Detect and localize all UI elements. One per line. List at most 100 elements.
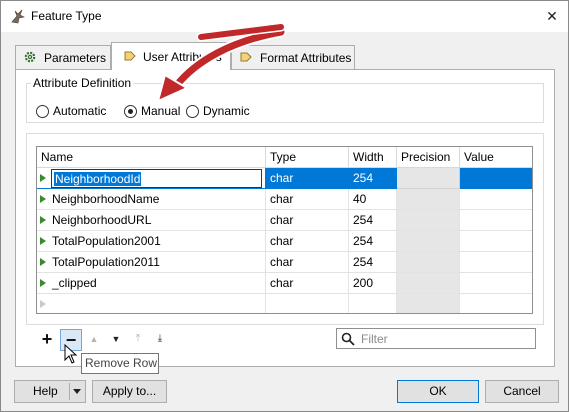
type-cell[interactable]: char	[266, 210, 349, 231]
precision-cell	[397, 252, 460, 273]
precision-cell	[397, 231, 460, 252]
value-cell[interactable]	[460, 231, 532, 252]
tab-user-attributes-label: User Attributes	[143, 50, 222, 64]
apply-to-button[interactable]: Apply to...	[92, 380, 167, 403]
radio-dynamic-label: Dynamic	[203, 104, 250, 118]
attribute-definition-group: Attribute Definition Automatic Manual Dy…	[26, 76, 544, 123]
row-marker-icon	[40, 258, 46, 266]
remove-row-tooltip: Remove Row	[81, 353, 159, 374]
name-cell[interactable]: TotalPopulation2011	[37, 252, 266, 273]
value-cell[interactable]	[460, 273, 532, 294]
tab-format-attributes[interactable]: Format Attributes	[231, 45, 355, 69]
attribute-arrow-icon	[240, 52, 252, 62]
tab-parameters[interactable]: Parameters	[15, 45, 111, 69]
column-header-value[interactable]: Value	[460, 147, 532, 168]
row-marker-icon	[40, 195, 46, 203]
precision-cell	[397, 168, 460, 189]
column-header-name[interactable]: Name	[37, 147, 266, 168]
table-row[interactable]: TotalPopulation2001 char 254	[37, 231, 532, 252]
mouse-cursor-icon	[64, 344, 78, 364]
name-cell[interactable]: NeighborhoodId	[37, 168, 266, 189]
row-marker-icon	[40, 216, 46, 224]
move-up-button[interactable]: ▲	[83, 329, 105, 351]
type-cell[interactable]: char	[266, 168, 349, 189]
precision-cell	[397, 273, 460, 294]
tab-user-attributes[interactable]: User Attributes	[111, 42, 231, 70]
move-to-bottom-button[interactable]: ⤓	[149, 329, 171, 351]
width-cell[interactable]: 254	[349, 168, 397, 189]
radio-automatic-label: Automatic	[53, 104, 107, 118]
fme-feature-type-icon	[11, 9, 25, 24]
column-header-width[interactable]: Width	[349, 147, 397, 168]
move-to-top-button[interactable]: ⤒	[127, 329, 149, 351]
row-marker-icon	[40, 279, 46, 287]
name-text: NeighborhoodURL	[52, 213, 152, 227]
table-row[interactable]: _clipped char 200	[37, 273, 532, 294]
type-cell[interactable]: char	[266, 252, 349, 273]
user-attributes-panel: Attribute Definition Automatic Manual Dy…	[15, 69, 555, 367]
cancel-button[interactable]: Cancel	[485, 380, 559, 403]
attribute-definition-title: Attribute Definition	[31, 76, 134, 90]
window-title: Feature Type	[31, 9, 102, 23]
row-marker-icon	[40, 237, 46, 245]
add-row-button[interactable]: +	[36, 329, 58, 351]
close-button[interactable]: ✕	[542, 6, 562, 26]
name-text: NeighborhoodName	[52, 192, 160, 206]
column-header-type[interactable]: Type	[266, 147, 349, 168]
new-row[interactable]	[37, 294, 532, 313]
row-marker-icon	[40, 174, 46, 182]
type-cell[interactable]: char	[266, 189, 349, 210]
precision-cell	[397, 210, 460, 231]
attribute-arrow-icon	[124, 51, 136, 61]
type-cell[interactable]	[266, 294, 349, 313]
move-down-button[interactable]: ▼	[105, 329, 127, 351]
tab-format-attributes-label: Format Attributes	[260, 51, 352, 65]
table-row[interactable]: NeighborhoodId char 254	[37, 168, 532, 189]
radio-manual-circle[interactable]	[124, 105, 137, 118]
row-marker-icon	[40, 300, 46, 308]
name-edit-field[interactable]: NeighborhoodId	[51, 169, 262, 188]
type-cell[interactable]: char	[266, 231, 349, 252]
ok-button[interactable]: OK	[397, 380, 479, 403]
radio-dynamic-circle[interactable]	[186, 105, 199, 118]
name-cell[interactable]: NeighborhoodURL	[37, 210, 266, 231]
width-cell[interactable]	[349, 294, 397, 313]
width-cell[interactable]: 254	[349, 252, 397, 273]
tab-parameters-label: Parameters	[44, 51, 107, 65]
name-cell[interactable]	[37, 294, 266, 313]
help-button[interactable]: Help	[14, 380, 86, 403]
table-row[interactable]: TotalPopulation2011 char 254	[37, 252, 532, 273]
title-bar: Feature Type ✕	[1, 1, 568, 32]
radio-automatic-circle[interactable]	[36, 105, 49, 118]
width-cell[interactable]: 254	[349, 231, 397, 252]
help-button-label: Help	[33, 384, 58, 398]
precision-cell	[397, 294, 460, 313]
column-header-precision[interactable]: Precision	[397, 147, 460, 168]
filter-input[interactable]: Filter	[336, 328, 536, 349]
name-text: TotalPopulation2001	[52, 234, 161, 248]
type-cell[interactable]: char	[266, 273, 349, 294]
name-cell[interactable]: TotalPopulation2001	[37, 231, 266, 252]
table-row[interactable]: NeighborhoodURL char 254	[37, 210, 532, 231]
filter-placeholder: Filter	[361, 332, 388, 346]
width-cell[interactable]: 254	[349, 210, 397, 231]
name-cell[interactable]: NeighborhoodName	[37, 189, 266, 210]
table-row[interactable]: NeighborhoodName char 40	[37, 189, 532, 210]
name-cell[interactable]: _clipped	[37, 273, 266, 294]
value-cell[interactable]	[460, 168, 532, 189]
value-cell[interactable]	[460, 210, 532, 231]
value-cell[interactable]	[460, 294, 532, 313]
value-cell[interactable]	[460, 189, 532, 210]
feature-type-dialog: Feature Type ✕ Parameters User Attribute…	[0, 0, 569, 412]
gear-icon	[24, 51, 36, 63]
name-text: _clipped	[52, 276, 97, 290]
name-edit-text: NeighborhoodId	[54, 172, 142, 186]
width-cell[interactable]: 40	[349, 189, 397, 210]
value-cell[interactable]	[460, 252, 532, 273]
radio-manual-label: Manual	[141, 104, 181, 118]
width-cell[interactable]: 200	[349, 273, 397, 294]
help-button-separator	[69, 383, 70, 400]
search-icon	[341, 332, 355, 346]
name-text: TotalPopulation2011	[52, 255, 160, 269]
dropdown-arrow-icon[interactable]	[73, 389, 81, 394]
